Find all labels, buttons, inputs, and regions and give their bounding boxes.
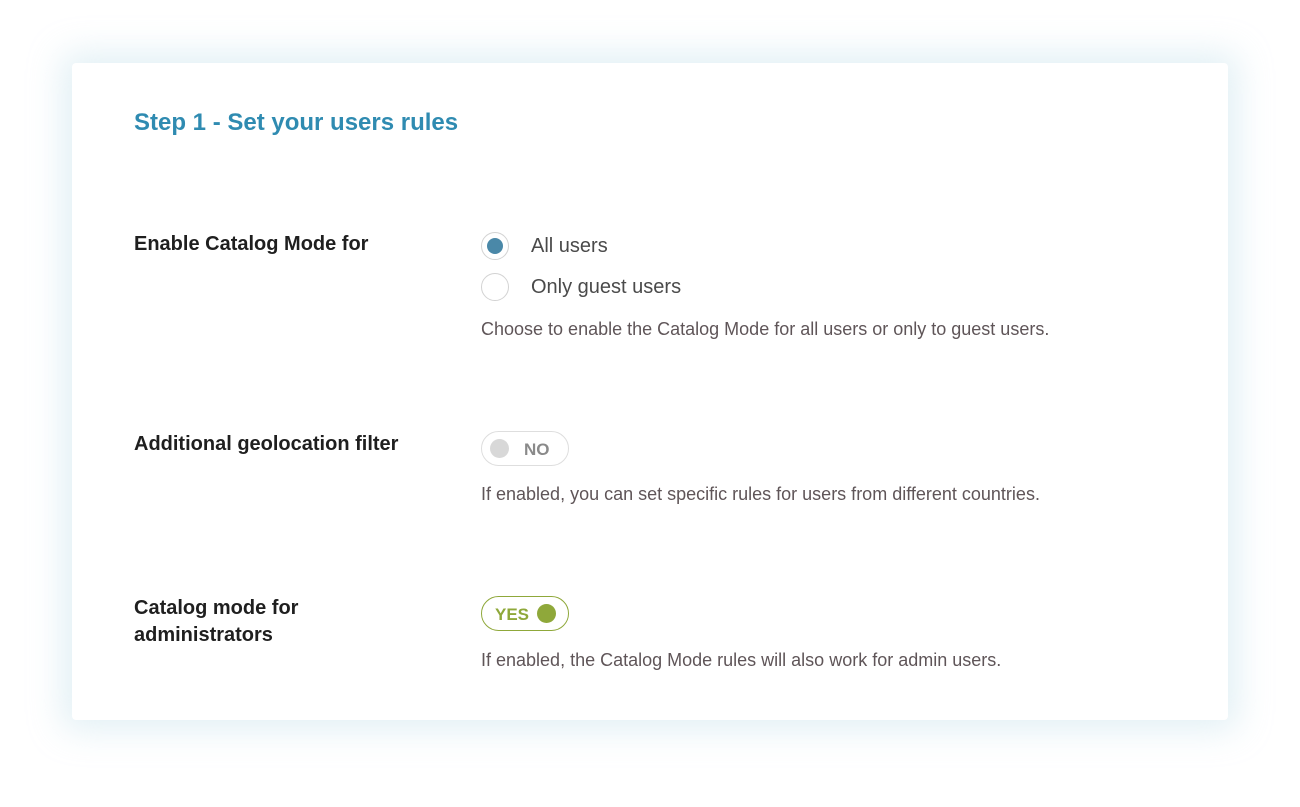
- settings-card: Step 1 - Set your users rules Enable Cat…: [72, 63, 1228, 720]
- geolocation-filter-label: Additional geolocation filter: [134, 433, 399, 455]
- administrators-toggle[interactable]: YES: [481, 596, 569, 631]
- catalog-mode-for-label: Enable Catalog Mode for: [134, 233, 369, 255]
- administrators-help: If enabled, the Catalog Mode rules will …: [481, 650, 1002, 670]
- toggle-state-text: NO: [524, 440, 550, 459]
- administrators-label-line2: administrators: [134, 624, 273, 646]
- administrators-label-line1: Catalog mode for: [134, 597, 299, 619]
- administrators-label: Catalog mode for administrators: [134, 595, 298, 649]
- section-title: Step 1 - Set your users rules: [134, 109, 459, 136]
- toggle-state-text: YES: [495, 605, 530, 624]
- toggle-knob: [490, 439, 509, 458]
- radio-option-all-users[interactable]: All users: [481, 232, 608, 260]
- toggle-knob: [537, 604, 556, 623]
- radio-option-guest-users[interactable]: Only guest users: [481, 273, 681, 301]
- geolocation-filter-toggle[interactable]: NO: [481, 431, 569, 466]
- geolocation-filter-help: If enabled, you can set specific rules f…: [481, 484, 1040, 504]
- radio-button-guest-users[interactable]: [481, 273, 509, 301]
- radio-label-guest-users[interactable]: Only guest users: [531, 276, 681, 299]
- radio-label-all-users[interactable]: All users: [531, 235, 608, 258]
- radio-button-all-users[interactable]: [481, 232, 509, 260]
- catalog-mode-for-help: Choose to enable the Catalog Mode for al…: [481, 319, 1050, 339]
